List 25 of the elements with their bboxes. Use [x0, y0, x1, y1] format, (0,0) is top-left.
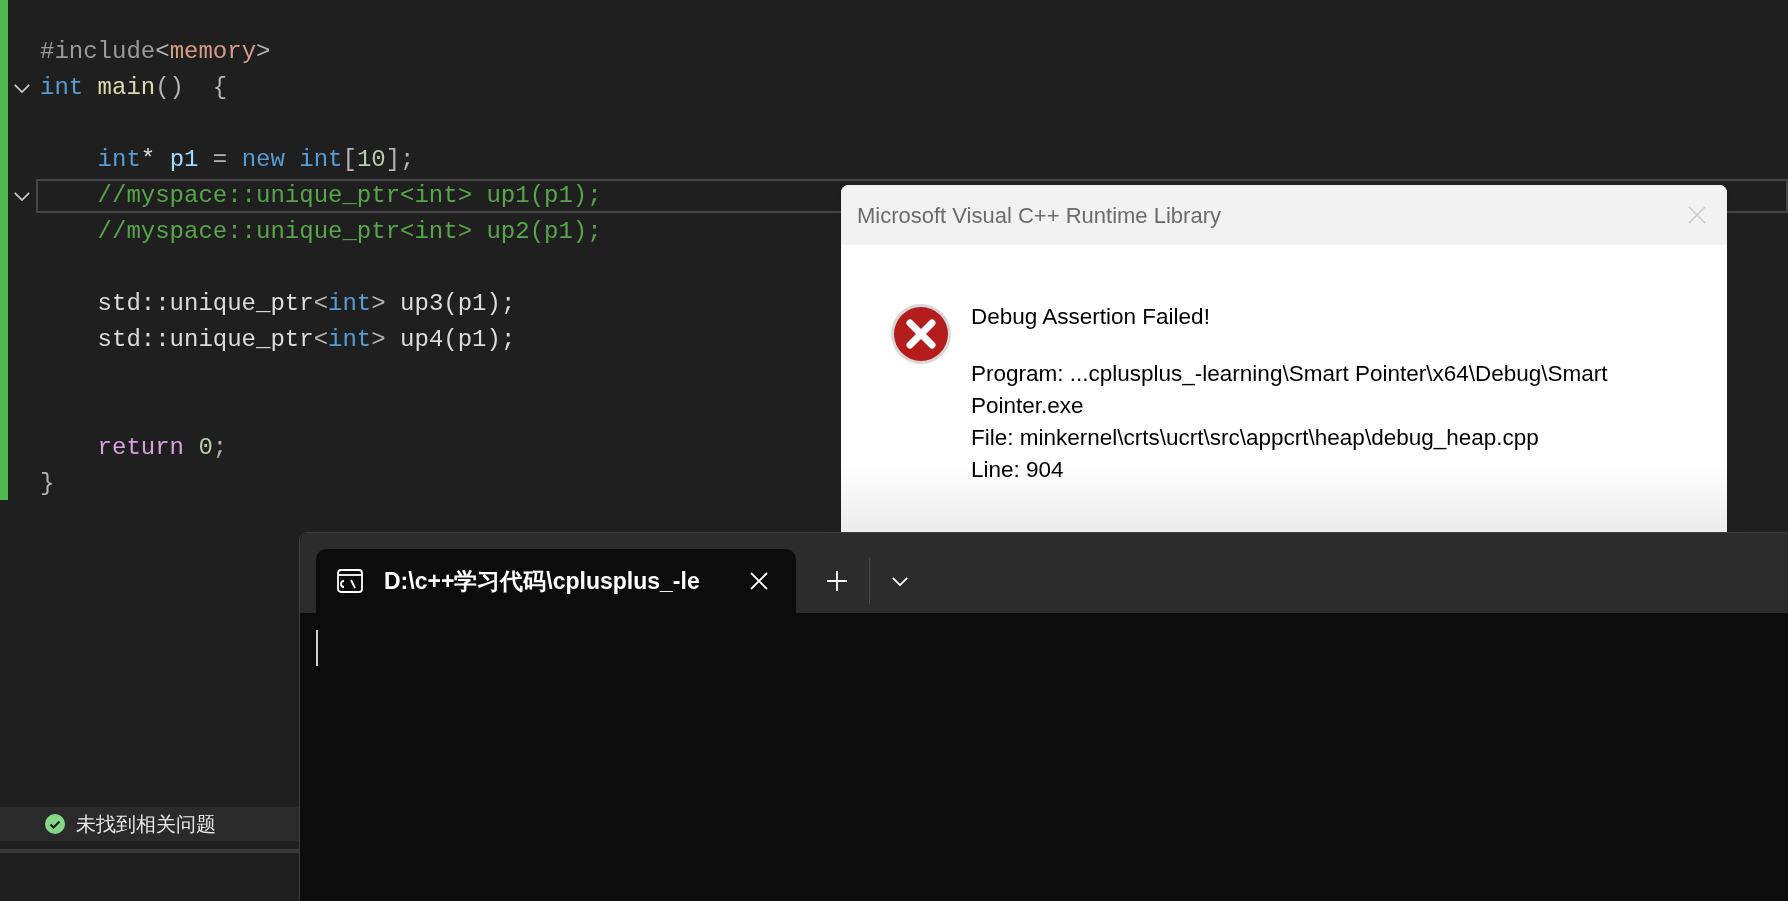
code-line: } — [40, 469, 55, 499]
code-line: std::unique_ptr<int> up3(p1); — [97, 289, 516, 319]
code-line: //myspace::unique_ptr<int> up1(p1); — [97, 181, 602, 211]
code-line: //myspace::unique_ptr<int> up2(p1); — [97, 217, 602, 247]
collapse-chevron-icon[interactable] — [13, 82, 31, 94]
plus-icon[interactable] — [826, 570, 848, 592]
code-line: int* p1 = new int[10]; — [97, 145, 415, 175]
assertion-detail: Line: 904 — [971, 456, 1065, 484]
collapse-chevron-icon[interactable] — [13, 190, 31, 202]
tab-title: D:\c++学习代码\cplusplus_-le — [384, 566, 700, 596]
console-icon — [336, 567, 364, 595]
assertion-detail: Program: ...cplusplus_-learning\Smart Pointer\x64\Debug\Smart Pointer.exe — [971, 360, 1609, 420]
check-icon — [44, 813, 66, 835]
terminal-tab[interactable]: D:\c++学习代码\cplusplus_-le — [316, 549, 796, 613]
code-line: #include<memory> — [40, 37, 271, 67]
assertion-detail: File: minkernel\crts\ucrt\src\appcrt\heap\debug_heap.cpp — [971, 424, 1540, 452]
text-cursor — [316, 630, 318, 666]
dialog-title: Microsoft Visual C++ Runtime Library — [857, 201, 1221, 230]
error-icon — [890, 303, 952, 365]
assertion-heading: Debug Assertion Failed! — [971, 303, 1211, 331]
code-line: int main() { — [40, 73, 228, 103]
code-line: std::unique_ptr<int> up4(p1); — [97, 325, 516, 355]
status-text: 未找到相关问题 — [76, 812, 216, 837]
code-line: return 0; — [97, 433, 228, 463]
chevron-down-icon[interactable] — [891, 575, 909, 587]
